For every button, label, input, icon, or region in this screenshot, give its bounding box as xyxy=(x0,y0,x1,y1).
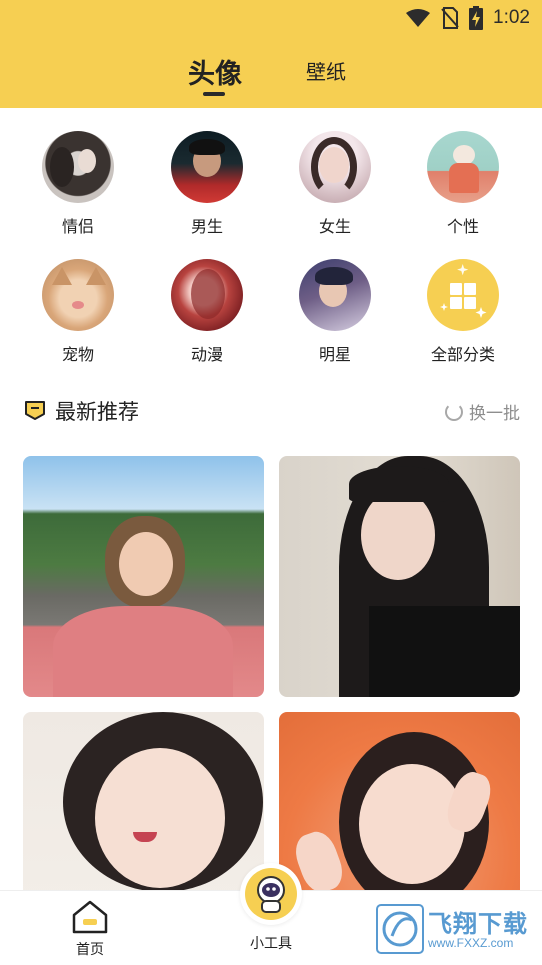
tab-indicator xyxy=(203,92,225,96)
category-anime[interactable]: 动漫 xyxy=(152,259,262,365)
refresh-button[interactable]: 换一批 xyxy=(445,399,520,424)
category-label: 女生 xyxy=(318,217,351,236)
battery-charging-icon xyxy=(469,6,484,30)
category-label: 情侣 xyxy=(61,217,94,236)
category-pet[interactable]: 宠物 xyxy=(23,259,133,365)
personality-avatar xyxy=(427,131,499,203)
refresh-label: 换一批 xyxy=(469,404,520,424)
refresh-icon xyxy=(445,402,463,421)
nav-home[interactable]: 首页 xyxy=(62,899,118,959)
watermark-title: 飞翔下载 xyxy=(428,910,528,938)
category-boy[interactable]: 男生 xyxy=(152,131,262,237)
category-label: 动漫 xyxy=(190,345,223,364)
tab-avatar[interactable]: 头像 xyxy=(188,52,242,91)
all-categories-icon xyxy=(427,259,499,331)
category-all[interactable]: 全部分类 xyxy=(408,259,518,365)
anime-avatar xyxy=(171,259,243,331)
category-label: 男生 xyxy=(190,217,223,236)
category-couple[interactable]: 情侣 xyxy=(23,131,133,237)
category-star[interactable]: 明星 xyxy=(280,259,390,365)
watermark-logo-icon xyxy=(376,904,424,954)
status-bar: 1:02 xyxy=(0,0,542,36)
category-label: 个性 xyxy=(446,217,479,236)
header: 1:02 头像 壁纸 xyxy=(0,0,542,108)
wifi-icon xyxy=(406,9,431,27)
nav-home-label: 首页 xyxy=(76,942,104,958)
photo-card[interactable] xyxy=(23,456,264,697)
nav-tools-label: 小工具 xyxy=(250,936,292,952)
boy-avatar xyxy=(171,131,243,203)
nav-tools[interactable]: 小工具 xyxy=(236,863,306,953)
couple-avatar xyxy=(42,131,114,203)
status-icons: 1:02 xyxy=(405,6,530,30)
badge-icon xyxy=(25,401,45,420)
category-label: 宠物 xyxy=(61,345,94,364)
star-avatar xyxy=(299,259,371,331)
watermark-url: www.FXXZ.com xyxy=(428,936,514,950)
category-label: 明星 xyxy=(318,345,351,364)
latest-section-header: 最新推荐 换一批 xyxy=(0,396,542,428)
astronaut-icon xyxy=(245,868,297,920)
category-girl[interactable]: 女生 xyxy=(280,131,390,237)
no-sim-icon xyxy=(441,7,459,29)
tab-wallpaper[interactable]: 壁纸 xyxy=(306,56,346,85)
status-time: 1:02 xyxy=(493,7,530,28)
top-tabs: 头像 壁纸 xyxy=(0,52,542,102)
photo-card[interactable] xyxy=(279,456,520,697)
category-personality[interactable]: 个性 xyxy=(408,131,518,237)
home-icon xyxy=(72,900,108,934)
category-label: 全部分类 xyxy=(430,345,495,364)
watermark: 飞翔下载 www.FXXZ.com xyxy=(376,902,536,956)
section-title: 最新推荐 xyxy=(55,400,139,424)
tools-button xyxy=(240,863,302,925)
girl-avatar xyxy=(299,131,371,203)
pet-avatar xyxy=(42,259,114,331)
